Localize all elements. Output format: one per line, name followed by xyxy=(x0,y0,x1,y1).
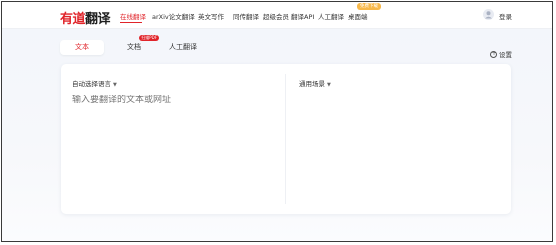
chevron-down-icon: ▼ xyxy=(113,82,117,88)
nav-item-simultaneous[interactable]: 同传翻译 xyxy=(233,11,259,21)
tab-document[interactable]: 文档 扫描PDF xyxy=(112,35,159,55)
nav-active-underline xyxy=(120,22,142,23)
source-language-label: 自动选择语言 xyxy=(72,80,111,88)
nav-item-vip[interactable]: 超级会员 xyxy=(263,11,289,21)
youdao-logo[interactable]: 有道翻译 xyxy=(60,8,111,27)
settings-icon xyxy=(490,50,497,58)
avatar[interactable] xyxy=(483,9,494,20)
settings-label: 设置 xyxy=(499,51,512,59)
tab-document-label: 文档 xyxy=(127,43,141,51)
nav-item-arxiv[interactable]: arXiv论文翻译 xyxy=(152,11,195,21)
scan-pdf-badge: 扫描PDF xyxy=(139,35,159,41)
settings-button[interactable]: 设置 xyxy=(490,49,512,59)
nav-item-english-writing[interactable]: 英文写作 xyxy=(198,11,224,21)
browser-frame: 有道翻译 在线翻译 arXiv论文翻译 英文写作 同传翻译 超级会员 翻译API… xyxy=(1,1,553,242)
chevron-down-icon: ▼ xyxy=(327,82,331,88)
logo-text-product: 翻译 xyxy=(85,12,111,27)
nav-item-api[interactable]: 翻译API xyxy=(291,11,314,21)
source-language-select[interactable]: 自动选择语言 ▼ xyxy=(72,78,117,88)
domain-scene-label: 通用场景 xyxy=(299,80,325,88)
tab-text[interactable]: 文本 xyxy=(60,40,104,55)
nav-item-desktop[interactable]: 桌面端 xyxy=(348,11,368,21)
nav-item-online-translate[interactable]: 在线翻译 xyxy=(120,11,146,21)
tab-human-translation-label: 人工翻译 xyxy=(169,43,197,51)
panel-divider xyxy=(285,74,286,204)
user-icon xyxy=(485,11,492,19)
tab-text-label: 文本 xyxy=(75,43,89,51)
source-text-input[interactable] xyxy=(72,95,272,105)
login-link[interactable]: 登录 xyxy=(499,11,512,21)
desktop-download-badge: 免费下载 xyxy=(357,3,381,10)
logo-text-brand: 有道 xyxy=(60,12,86,27)
top-navigation-bar: 有道翻译 在线翻译 arXiv论文翻译 英文写作 同传翻译 超级会员 翻译API… xyxy=(2,2,552,29)
translation-panel: 自动选择语言▼ 通用场景▼ xyxy=(61,64,511,214)
tab-human-translation[interactable]: 人工翻译 xyxy=(156,40,210,55)
domain-scene-select[interactable]: 通用场景 ▼ xyxy=(299,78,331,88)
nav-item-human-translate[interactable]: 人工翻译 xyxy=(318,11,344,21)
